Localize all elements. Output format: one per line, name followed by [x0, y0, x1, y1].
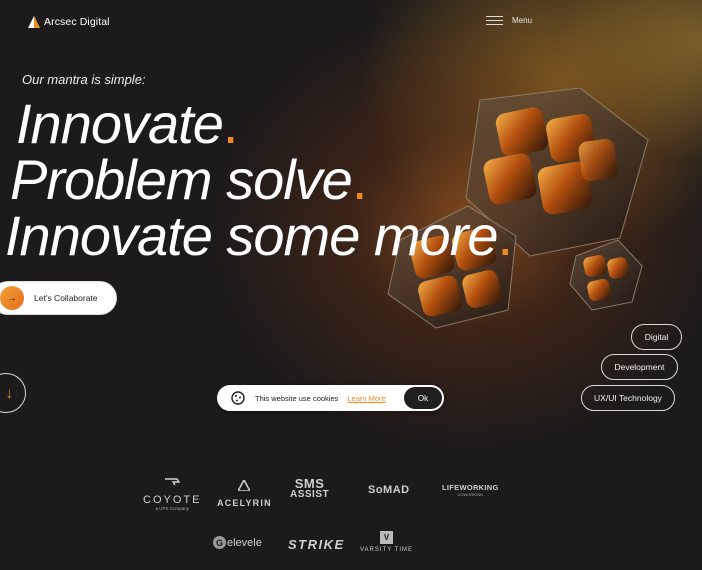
cookie-message: This website use cookies: [255, 393, 339, 403]
coyote-name: COYOTE: [143, 494, 202, 506]
lifeworking-name: LIFEWORKING: [442, 483, 499, 492]
sms-line-1: SMS: [294, 476, 325, 491]
hero-mantra: Our mantra is simple:: [22, 72, 146, 87]
client-logo-varsity-time: V VARSITY TIME: [360, 531, 413, 553]
elevele-name: elevele: [227, 536, 262, 549]
collaborate-label: Let's Collaborate: [34, 293, 98, 303]
cookie-banner: This website use cookies Learn More Ok: [217, 385, 444, 411]
headline-line-2: Problem solve: [10, 148, 353, 211]
client-logo-lifeworking: LIFEWORKING COWORKING: [442, 483, 499, 497]
acelyrin-mark-icon: [237, 478, 252, 492]
elevele-mark-icon: G: [213, 536, 226, 549]
cookie-icon: [231, 391, 245, 405]
scroll-down-button[interactable]: ↓: [0, 373, 26, 413]
varsity-name: VARSITY TIME: [360, 547, 414, 553]
service-tag-development[interactable]: Development: [601, 354, 678, 380]
arrow-down-icon: ↓: [5, 384, 14, 402]
client-logo-acelyrin: ACELYRIN: [217, 478, 272, 508]
client-logo-elevele: G elevele: [213, 536, 262, 549]
client-logo-coyote: COYOTE a UPS Company: [143, 474, 201, 511]
client-logo-strike: STRIKE: [288, 537, 345, 552]
lets-collaborate-button[interactable]: → Let's Collaborate: [0, 282, 116, 314]
client-logo-sms-assist: SMS ASSIST: [290, 476, 330, 500]
accent-dot: .: [351, 148, 368, 211]
service-tag-uxui[interactable]: UX/UI Technology: [581, 385, 675, 411]
accent-dot: .: [497, 204, 513, 267]
lifeworking-sub: COWORKING: [457, 492, 484, 497]
cookie-ok-button[interactable]: Ok: [404, 387, 442, 409]
menu-button[interactable]: Menu: [486, 16, 532, 25]
arcsec-logo-icon: [28, 16, 40, 28]
coyote-sub: a UPS Company: [155, 506, 189, 511]
brand-logo[interactable]: Arcsec Digital: [28, 16, 110, 28]
headline-line-3: Innovate some more: [5, 204, 498, 267]
hero-headline: Innovate. Problem solve. Innovate some m…: [0, 96, 513, 267]
arrow-right-icon: →: [0, 286, 24, 310]
learn-more-link[interactable]: Learn More: [347, 394, 385, 403]
client-logo-somad: SoMAD: [368, 484, 410, 496]
varsity-mark-icon: V: [380, 531, 393, 544]
hamburger-icon: [486, 16, 503, 25]
headline-line-1: Innovate: [16, 92, 224, 155]
accent-dot: .: [222, 92, 239, 155]
menu-label: Menu: [512, 16, 533, 25]
coyote-mark-icon: [165, 478, 181, 486]
sms-line-2: ASSIST: [290, 489, 330, 500]
acelyrin-name: ACELYRIN: [217, 498, 272, 508]
brand-name: Arcsec Digital: [44, 16, 110, 28]
